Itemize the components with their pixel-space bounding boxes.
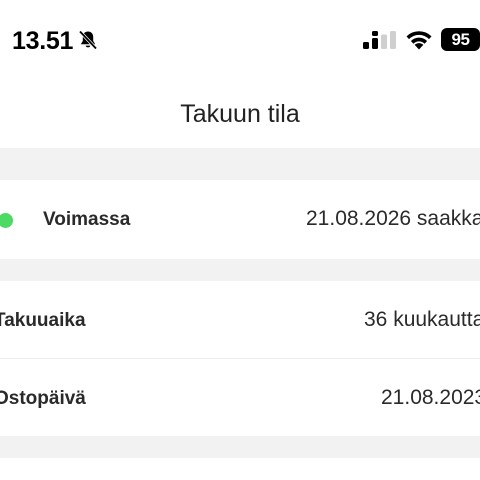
status-valid-until: 21.08.2026 saakka (306, 207, 480, 230)
section-separator (0, 259, 480, 281)
wifi-icon (406, 31, 432, 50)
section-separator (0, 148, 480, 180)
row-divider (0, 358, 480, 359)
status-bar: 13.51 95 (0, 0, 480, 82)
warranty-status-row: Voimassa 21.08.2026 saakka (0, 180, 480, 259)
warranty-period-value: 36 kuukautta (364, 308, 480, 331)
cellular-signal-icon (363, 31, 396, 49)
battery-indicator: 95 (441, 28, 480, 51)
bell-slash-icon (78, 30, 98, 50)
purchase-date-label: Ostopäivä (0, 388, 86, 409)
warranty-period-label: Takuuaika (0, 310, 86, 331)
section-separator (0, 436, 480, 458)
page-title: Takuun tila (180, 100, 300, 128)
warranty-details: Takuuaika 36 kuukautta Ostopäivä 21.08.2… (0, 281, 480, 436)
status-time: 13.51 (12, 27, 74, 55)
purchase-date-value: 21.08.2023 (381, 386, 480, 409)
